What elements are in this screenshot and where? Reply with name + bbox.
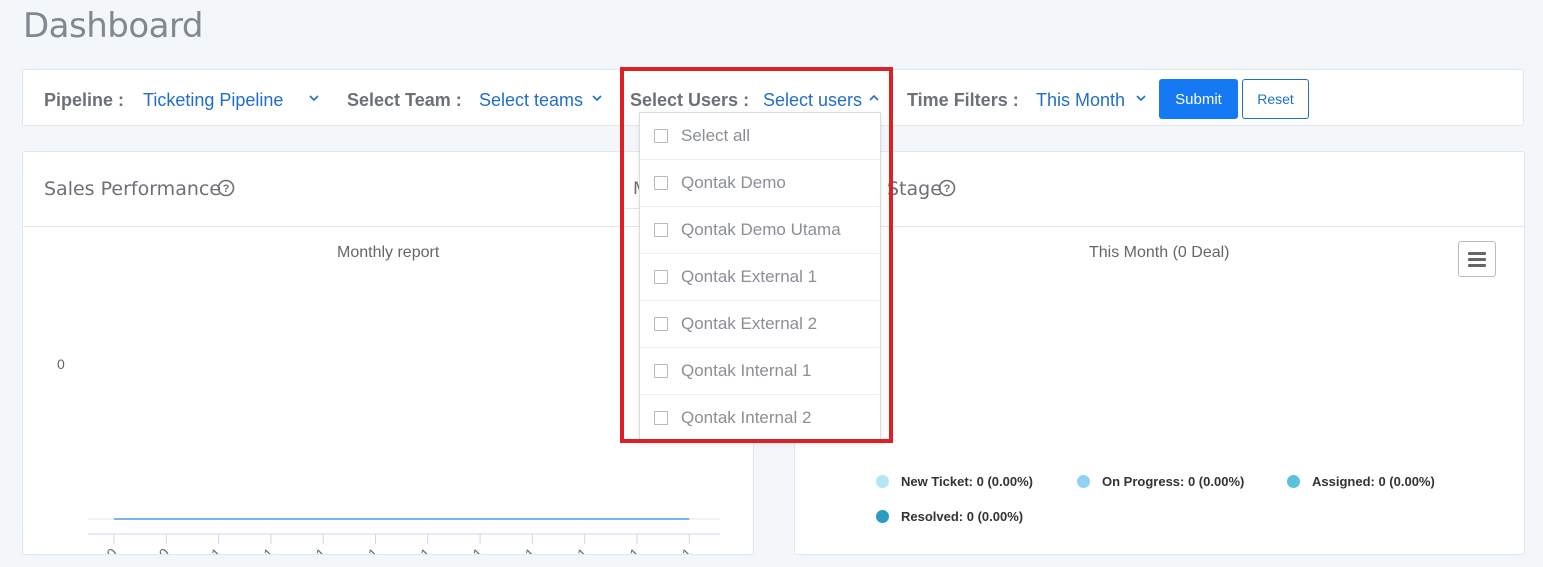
- x-tick-label: May 21: [390, 545, 434, 554]
- pipeline-label: Pipeline :: [44, 90, 125, 110]
- pipeline-select[interactable]: Ticketing Pipeline: [143, 90, 283, 111]
- x-tick-label: Jan 21: [184, 545, 225, 554]
- x-tick-label: Oct 21: [655, 545, 696, 554]
- help-icon[interactable]: ?: [938, 179, 956, 197]
- chevron-down-icon[interactable]: [309, 93, 319, 103]
- legend-item[interactable]: On Progress: 0 (0.00%): [1102, 474, 1244, 489]
- chevron-down-icon[interactable]: [592, 93, 602, 103]
- reset-button[interactable]: Reset: [1242, 79, 1309, 119]
- page-title: Dashboard: [23, 6, 203, 46]
- svg-text:?: ?: [944, 183, 951, 195]
- svg-text:?: ?: [223, 183, 230, 195]
- hamburger-menu-icon[interactable]: [1458, 241, 1496, 277]
- card-header: Stage ?: [795, 152, 1524, 227]
- x-tick-label: Jul 21: [501, 545, 539, 554]
- time-filter-label: Time Filters :: [907, 90, 1019, 110]
- pie-chart-title: This Month (0 Deal): [1089, 244, 1230, 261]
- x-tick-label: Apr 21: [341, 545, 382, 554]
- card-title: Sales Performance: [44, 178, 222, 200]
- legend-swatch[interactable]: [1077, 475, 1090, 488]
- legend-swatch[interactable]: [1287, 475, 1300, 488]
- legend-swatch[interactable]: [876, 510, 889, 523]
- team-select[interactable]: Select teams: [479, 90, 583, 111]
- legend-item[interactable]: Assigned: 0 (0.00%): [1312, 474, 1435, 489]
- submit-button[interactable]: Submit: [1159, 79, 1238, 119]
- help-icon[interactable]: ?: [217, 179, 235, 197]
- time-filter-select[interactable]: This Month: [1036, 90, 1125, 111]
- x-tick-label: Jun 21: [445, 545, 486, 554]
- x-tick-label: Aug 21: [548, 545, 591, 554]
- x-tick-label: Feb 21: [235, 545, 277, 554]
- team-label: Select Team :: [347, 90, 462, 110]
- legend-item[interactable]: Resolved: 0 (0.00%): [901, 509, 1023, 524]
- legend-swatch[interactable]: [876, 475, 889, 488]
- legend-item[interactable]: New Ticket: 0 (0.00%): [901, 474, 1033, 489]
- x-tick-label: Nov 20: [77, 545, 120, 554]
- card-title: Stage: [887, 178, 942, 200]
- highlight-box: [620, 67, 893, 443]
- x-tick-label: Dec 20: [130, 545, 173, 554]
- stage-card: Stage ? This Month (0 Deal) New Ticket: …: [794, 151, 1525, 555]
- x-tick-label: Mar 21: [287, 545, 329, 554]
- chevron-down-icon[interactable]: [1136, 93, 1146, 103]
- x-tick-label: Sep 21: [600, 545, 643, 554]
